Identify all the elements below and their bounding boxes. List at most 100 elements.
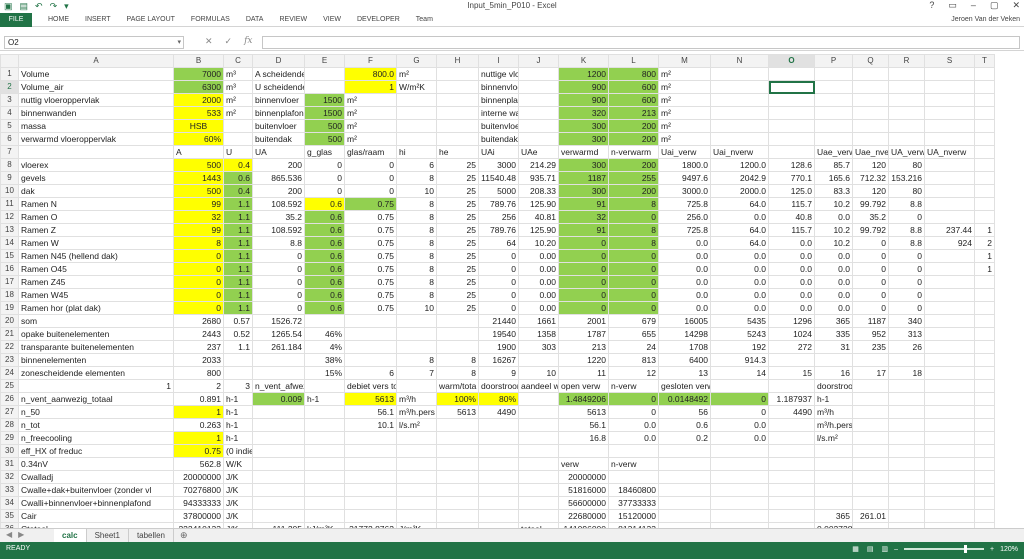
cell[interactable]: 0 bbox=[478, 275, 519, 289]
cell[interactable] bbox=[814, 353, 853, 367]
cell[interactable]: 0 bbox=[173, 262, 224, 276]
row-header[interactable]: 1 bbox=[0, 67, 19, 81]
column-header[interactable]: O bbox=[768, 54, 815, 68]
cell[interactable] bbox=[396, 483, 437, 497]
cell[interactable]: 0 bbox=[608, 262, 659, 276]
cell[interactable] bbox=[974, 158, 995, 172]
cell[interactable] bbox=[888, 93, 925, 107]
cell[interactable]: 32 bbox=[173, 210, 224, 224]
cell[interactable] bbox=[344, 509, 397, 523]
cell[interactable] bbox=[304, 457, 345, 471]
cell[interactable] bbox=[924, 353, 975, 367]
cell[interactable]: 0.0 bbox=[814, 275, 853, 289]
cell[interactable]: 1.1 bbox=[223, 197, 253, 211]
row-header[interactable]: 17 bbox=[0, 275, 19, 289]
cell[interactable] bbox=[478, 444, 519, 458]
cell[interactable] bbox=[478, 509, 519, 523]
cell[interactable]: Volume bbox=[18, 67, 174, 81]
row-header[interactable]: 30 bbox=[0, 444, 19, 458]
cell[interactable]: 8 bbox=[396, 210, 437, 224]
cell[interactable] bbox=[304, 405, 345, 419]
cell[interactable]: 0.6 bbox=[304, 223, 345, 237]
cell[interactable] bbox=[710, 457, 769, 471]
cell[interactable] bbox=[436, 496, 479, 510]
cancel-icon[interactable]: ✕ bbox=[205, 36, 213, 47]
cell[interactable] bbox=[888, 392, 925, 406]
cell[interactable] bbox=[974, 483, 995, 497]
cell[interactable] bbox=[768, 119, 815, 133]
user-name[interactable]: Jeroen Van der Veken bbox=[951, 13, 1020, 27]
cell[interactable]: 115.7 bbox=[768, 197, 815, 211]
cell[interactable] bbox=[518, 93, 559, 107]
cell[interactable] bbox=[924, 301, 975, 315]
cell[interactable]: verwarmd vloeroppervlak bbox=[18, 132, 174, 146]
cell[interactable]: 320 bbox=[558, 106, 609, 120]
row-header[interactable]: 33 bbox=[0, 483, 19, 497]
cell[interactable]: 5000 bbox=[478, 184, 519, 198]
cell[interactable]: 8 bbox=[396, 236, 437, 250]
cell[interactable]: 0.75 bbox=[344, 210, 397, 224]
cell[interactable]: 533 bbox=[173, 106, 224, 120]
cell[interactable]: 1.1 bbox=[223, 210, 253, 224]
column-header[interactable]: T bbox=[974, 54, 995, 68]
cell[interactable]: zonescheidende elementen bbox=[18, 366, 174, 380]
cell[interactable] bbox=[888, 353, 925, 367]
cell[interactable]: 1 bbox=[974, 249, 995, 263]
cell[interactable]: 300 bbox=[558, 132, 609, 146]
cell[interactable] bbox=[304, 470, 345, 484]
cell[interactable]: 1708 bbox=[658, 340, 711, 354]
cell[interactable]: 0 bbox=[888, 210, 925, 224]
cell[interactable]: 0.0 bbox=[768, 249, 815, 263]
cell[interactable] bbox=[436, 314, 479, 328]
cell[interactable]: 2443 bbox=[173, 327, 224, 341]
cell[interactable]: 0.0 bbox=[710, 288, 769, 302]
cell[interactable] bbox=[18, 145, 174, 159]
column-header[interactable]: F bbox=[344, 54, 397, 68]
cell[interactable]: 712.32 bbox=[852, 171, 889, 185]
cell[interactable]: m³/h.pers bbox=[814, 418, 853, 432]
cell[interactable]: 1 bbox=[18, 379, 174, 393]
cell[interactable]: 64 bbox=[478, 236, 519, 250]
cell[interactable]: 115.7 bbox=[768, 223, 815, 237]
cell[interactable]: 0 bbox=[608, 249, 659, 263]
column-header[interactable]: K bbox=[558, 54, 609, 68]
cell[interactable]: 0.0 bbox=[768, 236, 815, 250]
cell[interactable]: 0 bbox=[173, 301, 224, 315]
row-header[interactable]: 22 bbox=[0, 340, 19, 354]
cell[interactable]: aandeel w bbox=[518, 379, 559, 393]
cell[interactable] bbox=[252, 353, 305, 367]
cell[interactable] bbox=[396, 106, 437, 120]
cell[interactable]: 46% bbox=[304, 327, 345, 341]
cell[interactable]: 10.2 bbox=[814, 223, 853, 237]
cell[interactable]: 2042.9 bbox=[710, 171, 769, 185]
cell[interactable] bbox=[436, 444, 479, 458]
cell[interactable]: 18460800 bbox=[608, 483, 659, 497]
cell[interactable]: 237 bbox=[173, 340, 224, 354]
cell[interactable]: 0.52 bbox=[223, 327, 253, 341]
cell[interactable]: l/s.m² bbox=[396, 418, 437, 432]
cell[interactable]: 0 bbox=[478, 249, 519, 263]
cell[interactable]: 300 bbox=[558, 184, 609, 198]
cell[interactable]: 0.6 bbox=[304, 249, 345, 263]
cell[interactable] bbox=[478, 496, 519, 510]
cell[interactable] bbox=[852, 80, 889, 94]
cell[interactable]: 80% bbox=[478, 392, 519, 406]
cell[interactable]: 0 bbox=[710, 405, 769, 419]
ribbon-tab-home[interactable]: HOME bbox=[40, 13, 77, 27]
cell[interactable]: h-1 bbox=[223, 431, 253, 445]
cell[interactable] bbox=[974, 288, 995, 302]
cell[interactable]: h-1 bbox=[223, 418, 253, 432]
cell[interactable]: 1187 bbox=[852, 314, 889, 328]
row-header[interactable]: 11 bbox=[0, 197, 19, 211]
cell[interactable] bbox=[852, 483, 889, 497]
cell[interactable]: 64.0 bbox=[710, 223, 769, 237]
cell[interactable]: 0.4 bbox=[223, 184, 253, 198]
enter-icon[interactable]: ✓ bbox=[225, 36, 233, 47]
cell[interactable] bbox=[436, 483, 479, 497]
cell[interactable]: 0 bbox=[478, 262, 519, 276]
cell[interactable]: 8.8 bbox=[888, 197, 925, 211]
cell[interactable] bbox=[478, 418, 519, 432]
cell[interactable]: 0 bbox=[888, 262, 925, 276]
cell[interactable] bbox=[924, 184, 975, 198]
cell[interactable]: m² bbox=[396, 67, 437, 81]
